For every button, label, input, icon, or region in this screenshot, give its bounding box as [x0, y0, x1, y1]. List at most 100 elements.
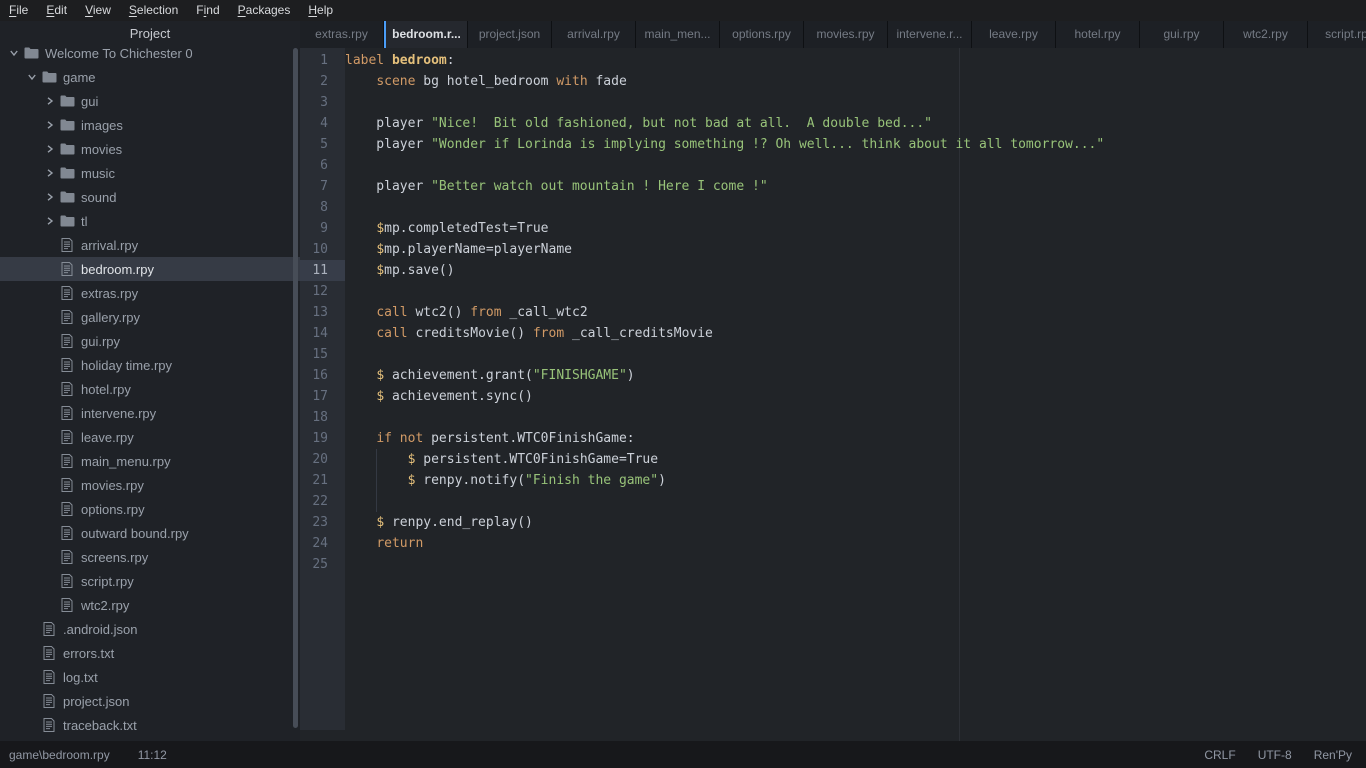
tab-movies-rpy[interactable]: movies.rpy — [804, 21, 888, 48]
tab-script-rpy[interactable]: script.rpy — [1308, 21, 1366, 48]
tab-intervene-r[interactable]: intervene.r... — [888, 21, 972, 48]
sidebar-item-extras-rpy[interactable]: extras.rpy — [0, 281, 300, 305]
line-number[interactable]: 25 — [300, 554, 345, 575]
line-number[interactable]: 17 — [300, 386, 345, 407]
sidebar-item-log-txt[interactable]: log.txt — [0, 665, 300, 689]
tab-main-men[interactable]: main_men... — [636, 21, 720, 48]
sidebar-item-gallery-rpy[interactable]: gallery.rpy — [0, 305, 300, 329]
sidebar-item-android-json[interactable]: .android.json — [0, 617, 300, 641]
code-line[interactable]: $mp.playerName=playerName — [345, 239, 1366, 260]
sidebar-item-script-rpy[interactable]: script.rpy — [0, 569, 300, 593]
code-editor[interactable]: 1234567891011121314151617181920212223242… — [300, 48, 1366, 741]
line-number[interactable]: 22 — [300, 491, 345, 512]
code-line[interactable]: return — [345, 533, 1366, 554]
line-number[interactable]: 11 — [300, 260, 345, 281]
line-number[interactable]: 15 — [300, 344, 345, 365]
menu-item-find[interactable]: Find — [187, 0, 228, 21]
tab-gui-rpy[interactable]: gui.rpy — [1140, 21, 1224, 48]
sidebar-item-options-rpy[interactable]: options.rpy — [0, 497, 300, 521]
code-line[interactable]: call creditsMovie() from _call_creditsMo… — [345, 323, 1366, 344]
code-line[interactable]: player "Better watch out mountain ! Here… — [345, 176, 1366, 197]
line-number[interactable]: 10 — [300, 239, 345, 260]
sidebar-item-arrival-rpy[interactable]: arrival.rpy — [0, 233, 300, 257]
status-grammar[interactable]: Ren'Py — [1314, 748, 1352, 762]
menu-item-edit[interactable]: Edit — [37, 0, 76, 21]
line-number[interactable]: 1 — [300, 50, 345, 71]
code-line[interactable] — [345, 197, 1366, 218]
sidebar-item-bedroom-rpy[interactable]: bedroom.rpy — [0, 257, 300, 281]
chevron-right-icon[interactable] — [44, 95, 56, 107]
code-line[interactable]: scene bg hotel_bedroom with fade — [345, 71, 1366, 92]
status-cursor-position[interactable]: 11:12 — [138, 748, 167, 762]
code-line[interactable] — [345, 554, 1366, 575]
sidebar-item-game[interactable]: game — [0, 65, 300, 89]
sidebar-item-outward-bound-rpy[interactable]: outward bound.rpy — [0, 521, 300, 545]
line-number[interactable]: 9 — [300, 218, 345, 239]
code-line[interactable]: player "Nice! Bit old fashioned, but not… — [345, 113, 1366, 134]
chevron-right-icon[interactable] — [44, 191, 56, 203]
code-line[interactable] — [345, 155, 1366, 176]
status-line-ending[interactable]: CRLF — [1204, 748, 1235, 762]
code-line[interactable]: call wtc2() from _call_wtc2 — [345, 302, 1366, 323]
code-line[interactable] — [345, 407, 1366, 428]
code-line[interactable]: player "Wonder if Lorinda is implying so… — [345, 134, 1366, 155]
tab-extras-rpy[interactable]: extras.rpy — [300, 21, 384, 48]
sidebar-item-holiday-time-rpy[interactable]: holiday time.rpy — [0, 353, 300, 377]
chevron-right-icon[interactable] — [44, 215, 56, 227]
sidebar-item-screens-rpy[interactable]: screens.rpy — [0, 545, 300, 569]
code-line[interactable]: $ renpy.notify("Finish the game") — [345, 470, 1366, 491]
code-line[interactable]: $mp.save() — [345, 260, 1366, 281]
chevron-down-icon[interactable] — [26, 71, 38, 83]
line-number[interactable]: 7 — [300, 176, 345, 197]
code-line[interactable] — [345, 344, 1366, 365]
code-line[interactable]: $ achievement.grant("FINISHGAME") — [345, 365, 1366, 386]
line-number[interactable]: 12 — [300, 281, 345, 302]
tab-wtc2-rpy[interactable]: wtc2.rpy — [1224, 21, 1308, 48]
tab-arrival-rpy[interactable]: arrival.rpy — [552, 21, 636, 48]
menu-item-file[interactable]: File — [0, 0, 37, 21]
line-number[interactable]: 4 — [300, 113, 345, 134]
sidebar-item-sound[interactable]: sound — [0, 185, 300, 209]
status-encoding[interactable]: UTF-8 — [1258, 748, 1292, 762]
menu-item-view[interactable]: View — [76, 0, 120, 21]
code-line[interactable] — [345, 92, 1366, 113]
code-line[interactable]: label bedroom: — [345, 50, 1366, 71]
line-number[interactable]: 20 — [300, 449, 345, 470]
menu-item-help[interactable]: Help — [299, 0, 342, 21]
line-number[interactable]: 3 — [300, 92, 345, 113]
sidebar-item-traceback-txt[interactable]: traceback.txt — [0, 713, 300, 737]
tab-bedroom-r[interactable]: bedroom.r... — [384, 21, 468, 48]
line-number[interactable]: 19 — [300, 428, 345, 449]
line-number[interactable]: 2 — [300, 71, 345, 92]
tab-options-rpy[interactable]: options.rpy — [720, 21, 804, 48]
sidebar-item-hotel-rpy[interactable]: hotel.rpy — [0, 377, 300, 401]
line-number[interactable]: 14 — [300, 323, 345, 344]
line-number[interactable]: 13 — [300, 302, 345, 323]
code-line[interactable]: $ renpy.end_replay() — [345, 512, 1366, 533]
sidebar-item-movies-rpy[interactable]: movies.rpy — [0, 473, 300, 497]
menu-item-packages[interactable]: Packages — [229, 0, 300, 21]
line-number[interactable]: 8 — [300, 197, 345, 218]
line-number[interactable]: 24 — [300, 533, 345, 554]
sidebar-scrollbar[interactable] — [293, 48, 298, 728]
sidebar-item-main-menu-rpy[interactable]: main_menu.rpy — [0, 449, 300, 473]
code-line[interactable]: if not persistent.WTC0FinishGame: — [345, 428, 1366, 449]
sidebar-item-gui-rpy[interactable]: gui.rpy — [0, 329, 300, 353]
chevron-down-icon[interactable] — [8, 47, 20, 59]
sidebar-item-images[interactable]: images — [0, 113, 300, 137]
line-number[interactable]: 18 — [300, 407, 345, 428]
sidebar-item-errors-txt[interactable]: errors.txt — [0, 641, 300, 665]
sidebar-item-movies[interactable]: movies — [0, 137, 300, 161]
sidebar-item-wtc2-rpy[interactable]: wtc2.rpy — [0, 593, 300, 617]
line-number[interactable]: 23 — [300, 512, 345, 533]
line-number[interactable]: 21 — [300, 470, 345, 491]
menu-item-selection[interactable]: Selection — [120, 0, 187, 21]
sidebar-item-intervene-rpy[interactable]: intervene.rpy — [0, 401, 300, 425]
code-line[interactable]: $ persistent.WTC0FinishGame=True — [345, 449, 1366, 470]
code-line[interactable]: $mp.completedTest=True — [345, 218, 1366, 239]
sidebar-item-tl[interactable]: tl — [0, 209, 300, 233]
sidebar-item-music[interactable]: music — [0, 161, 300, 185]
chevron-right-icon[interactable] — [44, 143, 56, 155]
chevron-right-icon[interactable] — [44, 167, 56, 179]
tab-leave-rpy[interactable]: leave.rpy — [972, 21, 1056, 48]
